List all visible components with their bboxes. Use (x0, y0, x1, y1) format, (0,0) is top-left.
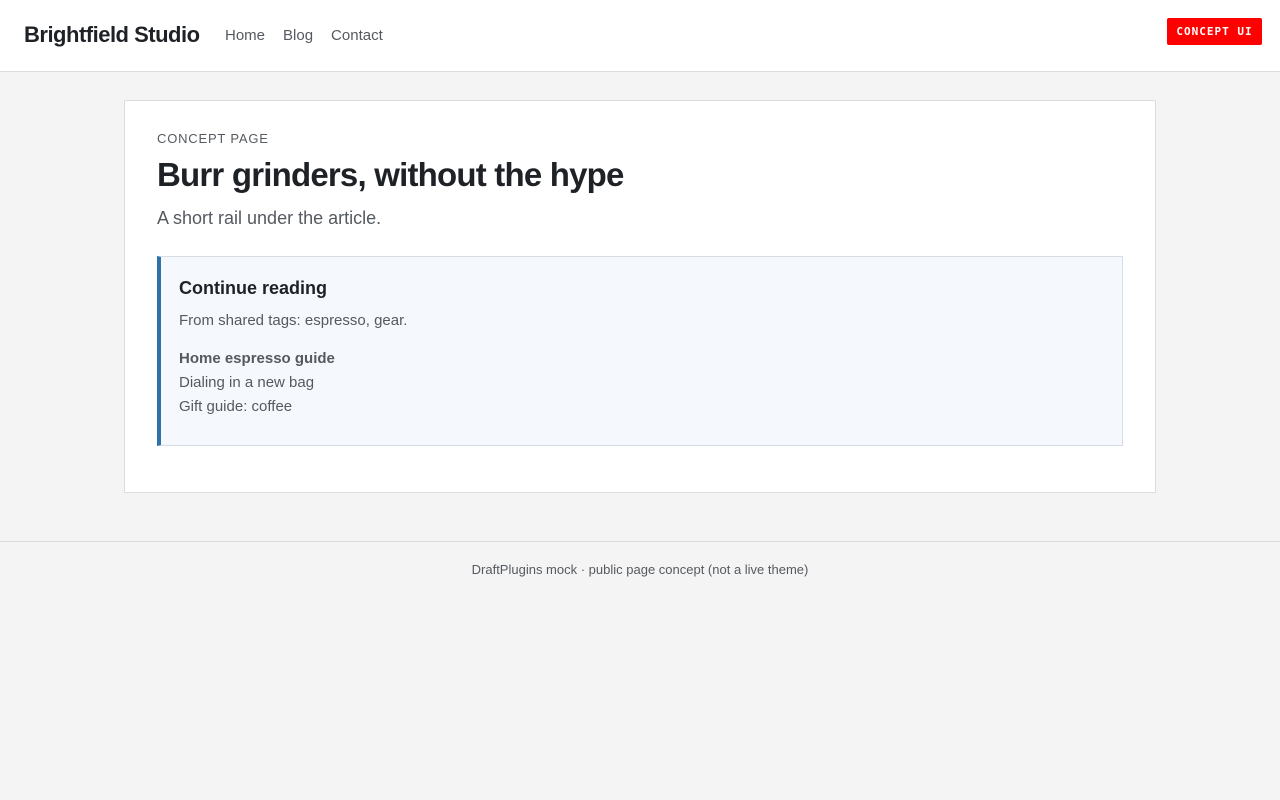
page-subtitle: A short rail under the article. (157, 208, 382, 228)
rail-description: From shared tags: espresso, gear. (179, 312, 408, 329)
site-header: Brightfield Studio Home Blog Contact CON… (0, 0, 1280, 72)
nav-link-home[interactable]: Home (225, 27, 265, 44)
continue-reading-rail: Continue reading From shared tags: espre… (157, 256, 1123, 446)
concept-ui-badge: CONCEPT UI (1167, 18, 1262, 45)
site-brand[interactable]: Brightfield Studio (24, 22, 200, 48)
page-eyebrow: CONCEPT PAGE (157, 131, 269, 146)
rail-title: Continue reading (179, 278, 327, 298)
related-post-link[interactable]: Home espresso guide (179, 347, 335, 371)
nav-link-blog[interactable]: Blog (283, 27, 313, 44)
article-card: CONCEPT PAGE Burr grinders, without the … (124, 100, 1156, 493)
nav-link-contact[interactable]: Contact (331, 27, 383, 44)
related-posts-list: Home espresso guide Dialing in a new bag… (179, 347, 335, 419)
page-title: Burr grinders, without the hype (157, 156, 624, 193)
footer-divider (0, 541, 1280, 542)
site-footer: DraftPlugins mock · public page concept … (471, 562, 809, 577)
main-nav: Home Blog Contact (225, 27, 383, 44)
related-post-link[interactable]: Gift guide: coffee (179, 395, 335, 419)
related-post-link[interactable]: Dialing in a new bag (179, 371, 335, 395)
